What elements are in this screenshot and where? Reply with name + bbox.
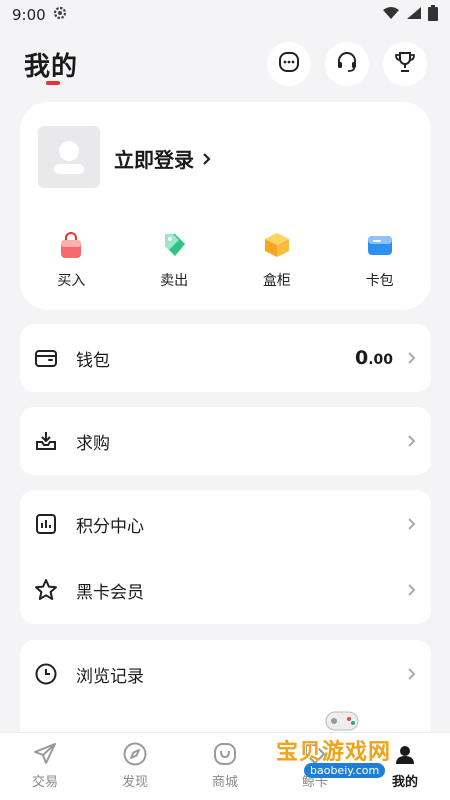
nav-item-mine[interactable]: 我的 bbox=[360, 733, 450, 800]
wallet-balance-integer: 0 bbox=[354, 347, 369, 369]
wallet-card: 钱包 0.00 bbox=[20, 324, 431, 392]
status-time: 9:00 bbox=[12, 6, 46, 24]
quick-action-card[interactable]: 卡包 bbox=[328, 230, 431, 290]
wallet-balance: 0.00 bbox=[355, 347, 393, 369]
settings-icon bbox=[52, 5, 68, 25]
wanted-row[interactable]: 求购 bbox=[20, 409, 431, 473]
wallet-row[interactable]: 钱包 0.00 bbox=[20, 326, 431, 390]
headset-icon bbox=[335, 50, 359, 78]
avatar[interactable] bbox=[38, 126, 100, 188]
shop-icon bbox=[212, 741, 238, 767]
clock-icon bbox=[34, 662, 58, 686]
header: 我的 bbox=[0, 40, 450, 90]
nav-label: 鲸卡 bbox=[301, 775, 328, 790]
points-center-label: 积分中心 bbox=[76, 516, 144, 537]
chevron-right-icon bbox=[202, 147, 212, 171]
nav-label: 我的 bbox=[391, 775, 418, 790]
quick-action-label: 买入 bbox=[57, 273, 86, 289]
membership-card: 积分中心 黑卡会员 bbox=[20, 490, 431, 624]
chevron-right-icon bbox=[407, 582, 417, 601]
shopping-bag-icon bbox=[56, 230, 86, 260]
star-icon bbox=[34, 578, 58, 602]
quick-action-buy[interactable]: 买入 bbox=[20, 230, 123, 290]
inbox-download-icon bbox=[34, 429, 58, 453]
message-icon bbox=[277, 50, 301, 78]
login-link[interactable]: 立即登录 bbox=[114, 144, 212, 173]
history-card: 浏览记录 bbox=[20, 640, 431, 732]
battery-icon bbox=[428, 5, 438, 25]
wallet-icon bbox=[34, 346, 58, 370]
nav-label: 交易 bbox=[31, 775, 58, 790]
bottom-nav: 交易 发现 商城 鲸卡 我的 bbox=[0, 732, 450, 800]
trophy-button[interactable] bbox=[383, 42, 427, 86]
nav-item-discover[interactable]: 发现 bbox=[90, 733, 180, 800]
chevron-right-icon bbox=[407, 350, 417, 369]
chevron-right-icon bbox=[407, 433, 417, 452]
quick-actions: 买入 卖出 盒柜 卡包 bbox=[20, 230, 431, 290]
compass-icon bbox=[122, 741, 148, 767]
points-center-row[interactable]: 积分中心 bbox=[20, 492, 431, 556]
profile-icon bbox=[392, 741, 418, 767]
title-underline bbox=[46, 81, 60, 85]
wallet-label: 钱包 bbox=[76, 350, 110, 371]
chevron-right-icon bbox=[407, 666, 417, 685]
nav-item-card[interactable]: 鲸卡 bbox=[270, 733, 360, 800]
customer-service-button[interactable] bbox=[325, 42, 369, 86]
profile-card: 立即登录 买入 卖出 盒柜 卡包 bbox=[20, 102, 431, 310]
quick-action-box[interactable]: 盒柜 bbox=[226, 230, 329, 290]
black-card-row[interactable]: 黑卡会员 bbox=[20, 558, 431, 622]
nav-item-mall[interactable]: 商城 bbox=[180, 733, 270, 800]
quick-action-label: 卡包 bbox=[365, 273, 394, 289]
bar-chart-icon bbox=[34, 512, 58, 536]
nav-item-trade[interactable]: 交易 bbox=[0, 733, 90, 800]
nav-label: 发现 bbox=[121, 775, 148, 790]
chevron-right-icon bbox=[407, 516, 417, 535]
wallet-balance-decimal: .00 bbox=[368, 352, 393, 368]
tag-icon bbox=[302, 741, 328, 767]
card-icon bbox=[365, 230, 395, 260]
message-button[interactable] bbox=[267, 42, 311, 86]
page-title: 我的 bbox=[24, 52, 79, 82]
quick-action-sell[interactable]: 卖出 bbox=[123, 230, 226, 290]
wanted-card: 求购 bbox=[20, 407, 431, 475]
wifi-icon bbox=[382, 6, 400, 24]
black-card-label: 黑卡会员 bbox=[76, 582, 144, 603]
wanted-label: 求购 bbox=[76, 433, 110, 454]
send-icon bbox=[32, 741, 58, 767]
trophy-icon bbox=[393, 50, 417, 78]
login-label: 立即登录 bbox=[114, 148, 194, 172]
signal-icon bbox=[406, 6, 422, 24]
browse-history-label: 浏览记录 bbox=[76, 666, 144, 687]
quick-action-label: 盒柜 bbox=[262, 273, 291, 289]
price-tag-icon bbox=[159, 230, 189, 260]
browse-history-row[interactable]: 浏览记录 bbox=[20, 642, 431, 706]
quick-action-label: 卖出 bbox=[160, 273, 189, 289]
nav-label: 商城 bbox=[211, 775, 238, 790]
box-icon bbox=[262, 230, 292, 260]
status-bar: 9:00 bbox=[0, 0, 450, 30]
